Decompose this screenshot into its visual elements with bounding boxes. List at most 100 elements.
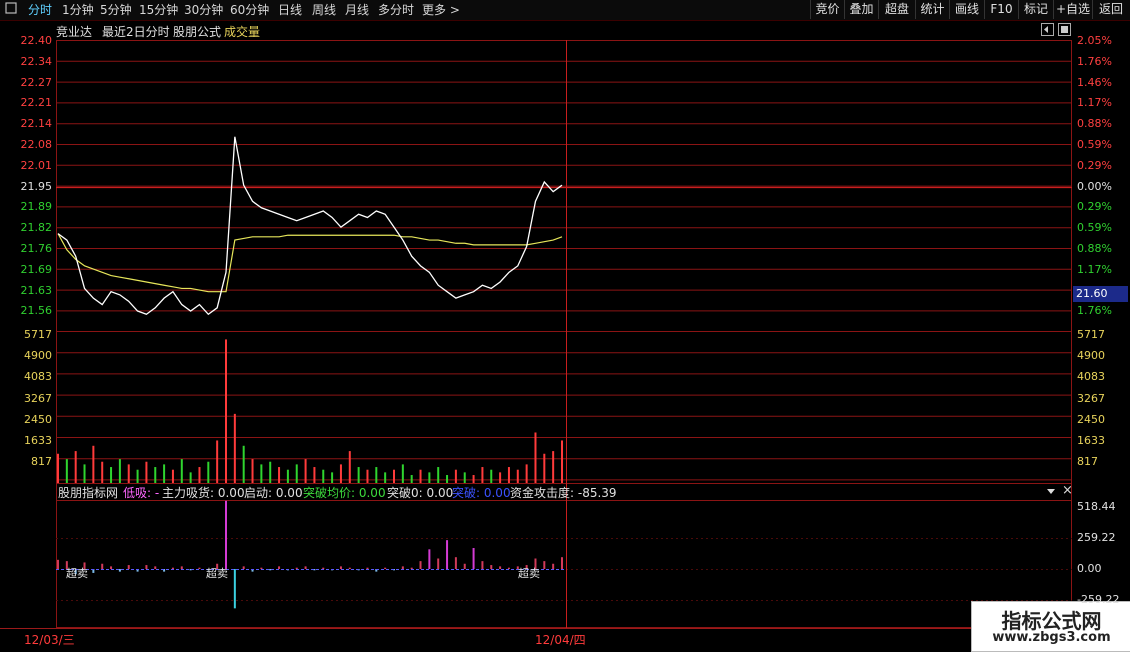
percent-tick-right: 0.88% (1077, 242, 1112, 255)
volume-bar (286, 469, 289, 483)
volume-bar (481, 467, 484, 483)
price-tick-left: 21.95 (20, 179, 53, 193)
volume-bar (163, 464, 166, 483)
intraday-chart[interactable]: 超卖 超卖 超卖 (56, 40, 1072, 628)
auction-button[interactable]: 竞价 (810, 0, 844, 19)
overlay-button[interactable]: 叠加 (844, 0, 878, 19)
volume-tick-right: 2450 (1077, 412, 1105, 426)
price-tick-left: 21.56 (20, 304, 53, 318)
price-tick-left: 22.21 (20, 96, 53, 110)
volume-bar (428, 472, 431, 483)
chart-border (56, 40, 1072, 628)
volume-bar (384, 472, 387, 483)
indicator-bar (171, 567, 174, 569)
indicator-bar (233, 569, 236, 609)
volume-bar (331, 472, 334, 483)
volume-bar (490, 469, 493, 483)
square-icon[interactable] (1058, 23, 1071, 39)
indicator-bar (322, 567, 325, 569)
indicator-bar (225, 500, 227, 569)
tab-fenshi[interactable]: 分时 (28, 2, 52, 18)
indicator-tick-right: 518.44 (1077, 500, 1116, 513)
back-button[interactable]: 返回 (1092, 0, 1129, 19)
tab-day[interactable]: 日线 (278, 2, 302, 18)
volume-bar (118, 459, 121, 483)
tab-multi-fenshi[interactable]: 多分时 (378, 2, 414, 18)
indicator-bar (561, 557, 563, 569)
tab-30min[interactable]: 30分钟 (184, 2, 223, 18)
volume-bar (154, 467, 157, 483)
add-watchlist-button[interactable]: +自选 (1053, 0, 1092, 19)
indicator-bar (499, 566, 502, 569)
watermark-url: www.zbgs3.com (992, 630, 1111, 645)
reset-icon[interactable] (1041, 23, 1054, 39)
volume-label: 成交量 (224, 25, 261, 39)
indicator-tick-right: 259.22 (1077, 531, 1116, 544)
indicator-bar (118, 569, 121, 572)
date-label-day2: 12/04/四 (535, 633, 586, 647)
volume-tick-left: 5717 (24, 328, 52, 341)
volume-tick-right: 817 (1077, 455, 1098, 469)
date-label-day1: 12/03/三 (24, 633, 75, 647)
volume-tick-right: 5717 (1077, 328, 1105, 341)
volume-bar (446, 475, 449, 483)
superdisk-button[interactable]: 超盘 (878, 0, 915, 19)
indicator-bar (552, 563, 555, 569)
indicator-bar (401, 566, 404, 569)
volume-bar (525, 464, 528, 483)
indicator-bar (242, 566, 245, 569)
indicator-bar (278, 566, 281, 569)
volume-bar (180, 459, 183, 483)
volume-bar (278, 467, 281, 483)
tab-month[interactable]: 月线 (345, 2, 369, 18)
volume-bar (463, 472, 466, 483)
indicator-bar (384, 567, 387, 569)
percent-tick-right: 0.00% (1077, 179, 1112, 193)
price-line (57, 136, 563, 316)
stats-button[interactable]: 统计 (915, 0, 949, 19)
indicator-bar (180, 566, 183, 569)
indicator-bar (481, 561, 484, 569)
percent-tick-right: 1.76% (1077, 304, 1112, 318)
indicator-item-tupo-avg: 突破均价: 0.00 (303, 486, 386, 500)
volume-bar (401, 464, 404, 483)
indicator-bar (472, 548, 475, 569)
volume-tick-right: 3267 (1077, 391, 1105, 405)
indicator-bar (410, 567, 413, 569)
volume-bar (83, 464, 86, 483)
volume-bar (74, 451, 77, 483)
indicator-bar (428, 549, 431, 569)
indicator-bar (419, 561, 422, 569)
percent-tick-right: 1.17% (1077, 262, 1112, 276)
tab-60min[interactable]: 60分钟 (230, 2, 269, 18)
dropdown-icon[interactable] (1046, 485, 1056, 499)
volume-tick-left: 2450 (24, 412, 52, 426)
tab-week[interactable]: 周线 (312, 2, 336, 18)
volume-bar (454, 469, 457, 483)
close-icon[interactable]: × (1062, 483, 1073, 498)
indicator-bar (507, 567, 510, 569)
tab-15min[interactable]: 15分钟 (139, 2, 178, 18)
indicator-bar (304, 566, 307, 569)
volume-bar (189, 472, 192, 483)
chart-header: 竞业达 最近2日分时 股朋公式 成交量 (0, 20, 1130, 40)
menu-square-icon[interactable] (4, 1, 18, 17)
indicator-item-dixi: 低吸: - (123, 486, 160, 500)
volume-bar (92, 445, 95, 483)
indicator-tick-right: -259.22 (1077, 593, 1120, 606)
indicator-bar (260, 567, 263, 569)
volume-bar (110, 467, 113, 483)
mark-button[interactable]: 标记 (1018, 0, 1053, 19)
percent-tick-right: 1.46% (1077, 75, 1112, 89)
volume-bar (410, 475, 413, 483)
draw-button[interactable]: 画线 (949, 0, 984, 19)
percent-tick-right: 0.29% (1077, 158, 1112, 172)
stock-name: 竞业达 (56, 25, 93, 39)
oversold-marker: 超卖 (66, 566, 88, 580)
tab-more[interactable]: 更多 > (422, 2, 460, 18)
tab-1min[interactable]: 1分钟 (62, 2, 94, 18)
tab-5min[interactable]: 5分钟 (100, 2, 132, 18)
f10-button[interactable]: F10 (984, 0, 1018, 19)
indicator-bar (348, 567, 351, 569)
indicator-bar (154, 566, 157, 569)
